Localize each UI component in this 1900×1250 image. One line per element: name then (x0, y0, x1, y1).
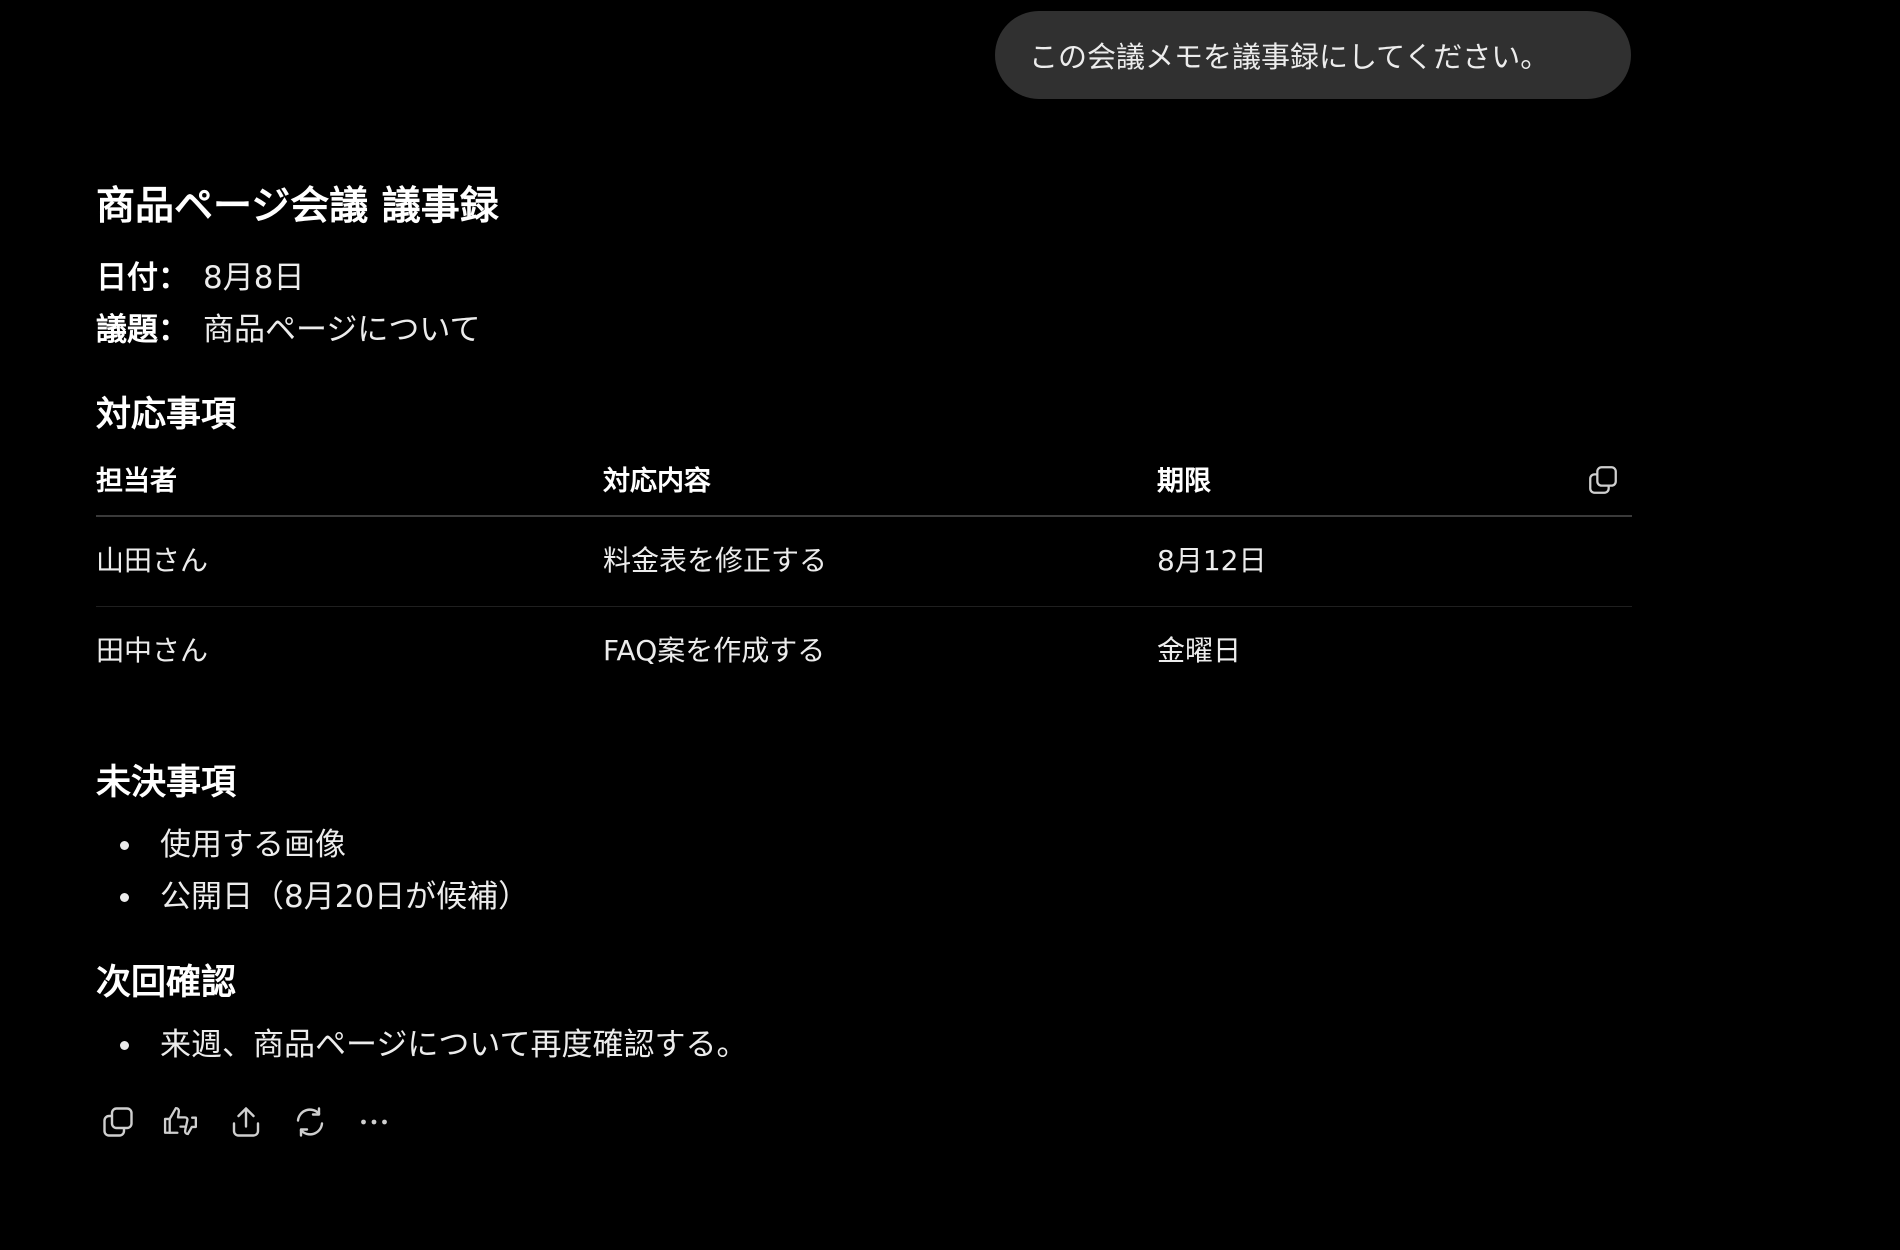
table-cell-task: 料金表を修正する (603, 544, 828, 577)
list-item-text: 公開日（8月20日が候補） (160, 879, 530, 915)
regenerate-button[interactable] (288, 1100, 332, 1144)
table-cell-deadline: 8月12日 (1157, 544, 1267, 577)
column-header-task: 対応内容 (603, 466, 711, 497)
list-item: 来週、商品ページについて再度確認する。 (96, 1019, 747, 1071)
meta-date-label: 日付 (96, 260, 158, 296)
table-header-row: 担当者 対応内容 期限 (96, 455, 1632, 517)
copy-table-button[interactable] (1584, 463, 1622, 501)
bullet-icon (120, 893, 129, 902)
more-icon (356, 1104, 392, 1140)
table-cell-assignee: 山田さん (96, 544, 209, 577)
more-options-button[interactable] (352, 1100, 396, 1144)
meta-date-value: 8月8日 (203, 260, 305, 296)
bullet-icon (120, 1041, 129, 1050)
list-item-text: 使用する画像 (160, 827, 346, 863)
actions-table: 担当者 対応内容 期限 山田さん 料金表を修正する 8月12日 田中さん FAQ… (96, 455, 1632, 696)
column-header-deadline: 期限 (1157, 466, 1211, 497)
table-cell-deadline: 金曜日 (1157, 634, 1242, 667)
meta-date-separator: ： (158, 260, 189, 296)
share-icon (228, 1104, 264, 1140)
table-cell-assignee: 田中さん (96, 634, 209, 667)
table-cell-task: FAQ案を作成する (603, 634, 826, 667)
response-action-bar (96, 1100, 416, 1144)
user-message-bubble: この会議メモを議事録にしてください。 (995, 11, 1631, 99)
user-message-text: この会議メモを議事録にしてください。 (1029, 40, 1550, 74)
meta-topic-value: 商品ページについて (203, 312, 481, 348)
bullet-icon (120, 841, 129, 850)
share-button[interactable] (224, 1100, 268, 1144)
pending-heading: 未決事項 (96, 763, 237, 803)
table-row: 山田さん 料金表を修正する 8月12日 (96, 517, 1632, 607)
feedback-button[interactable] (160, 1100, 204, 1144)
document-title: 商品ページ会議 議事録 (96, 184, 499, 229)
list-item: 公開日（8月20日が候補） (96, 871, 529, 923)
thumbs-up-down-icon (162, 1102, 202, 1142)
list-item: 使用する画像 (96, 819, 529, 871)
meta-topic-separator: ： (158, 312, 189, 348)
meta-topic: 議題： 商品ページについて (96, 308, 480, 352)
column-header-assignee: 担当者 (96, 466, 177, 497)
meta-date: 日付： 8月8日 (96, 256, 304, 300)
copy-icon (1586, 463, 1620, 501)
next-check-list: 来週、商品ページについて再度確認する。 (96, 1019, 747, 1071)
copy-icon (100, 1104, 136, 1140)
meta-topic-label: 議題 (96, 312, 158, 348)
list-item-text: 来週、商品ページについて再度確認する。 (160, 1027, 748, 1063)
next-check-heading: 次回確認 (96, 963, 237, 1003)
actions-heading: 対応事項 (96, 395, 237, 435)
pending-list: 使用する画像 公開日（8月20日が候補） (96, 819, 529, 923)
copy-response-button[interactable] (96, 1100, 140, 1144)
table-row: 田中さん FAQ案を作成する 金曜日 (96, 607, 1632, 696)
regenerate-icon (292, 1104, 328, 1140)
